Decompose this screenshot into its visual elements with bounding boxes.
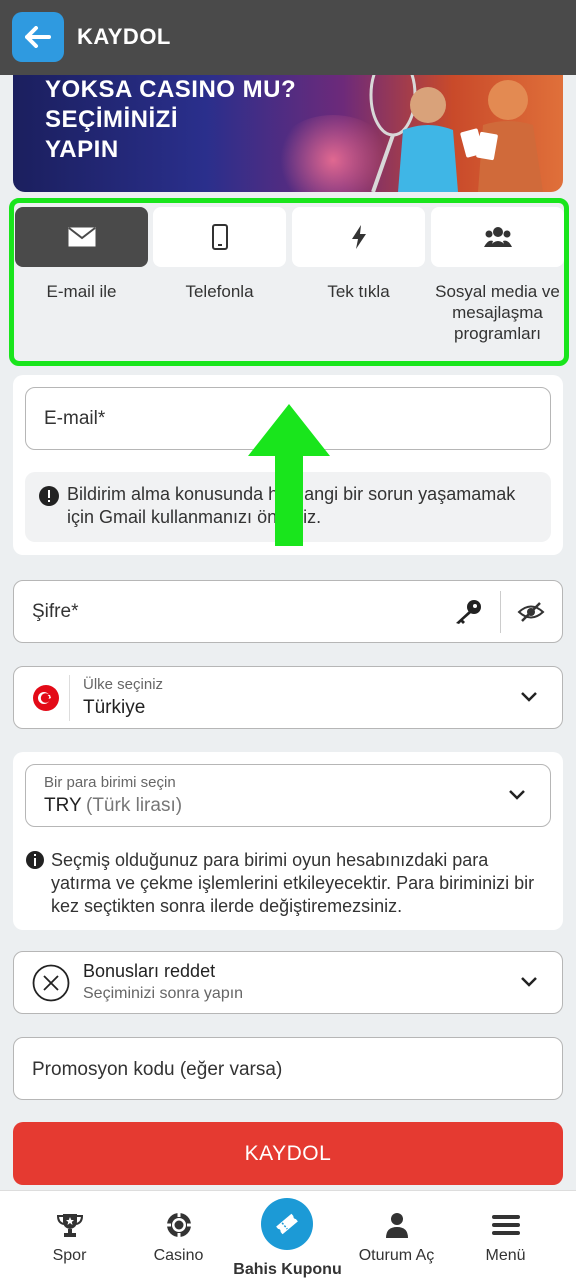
method-phone-tile[interactable] <box>153 207 286 267</box>
phone-icon <box>211 224 228 250</box>
chevron-down-icon <box>509 790 525 800</box>
registration-methods: E-mail ile Telefonla Tek tıkla Sosyal me… <box>9 198 569 366</box>
lightning-icon <box>351 225 366 249</box>
promo-placeholder: Promosyon kodu (eğer varsa) <box>32 1059 283 1080</box>
country-label: Ülke seçiniz <box>83 676 164 693</box>
key-icon[interactable] <box>454 599 482 625</box>
bonus-select[interactable]: Bonusları reddet Seçiminizi sonra yapın <box>13 951 563 1014</box>
nav-oturum-ac-label: Oturum Aç <box>358 1247 435 1264</box>
back-arrow-icon <box>25 26 51 48</box>
back-button[interactable] <box>12 12 64 62</box>
nav-casino[interactable]: Casino <box>121 1191 236 1280</box>
currency-card: Bir para birimi seçin TRY (Türk lirası) … <box>13 752 563 930</box>
nav-spor-label: Spor <box>52 1247 87 1264</box>
bonus-subtitle: Seçiminizi sonra yapın <box>83 985 244 1002</box>
method-social[interactable]: Sosyal media ve mesajlaşma programları <box>431 207 564 344</box>
close-circle-icon <box>32 964 70 1002</box>
promo-banner: YOKSA CASINO MU? SEÇİMİNİZİ YAPIN <box>13 75 563 192</box>
info-icon <box>26 851 44 869</box>
password-placeholder: Şifre* <box>32 601 79 622</box>
method-phone-label: Telefonla <box>185 282 254 301</box>
banner-line-1: YOKSA CASINO MU? <box>45 76 297 103</box>
email-placeholder: E-mail* <box>44 408 106 429</box>
bonus-title: Bonusları reddet <box>83 961 216 981</box>
banner-line-2: SEÇİMİNİZİ <box>45 106 179 133</box>
turkey-flag-icon <box>33 685 59 711</box>
ticket-icon <box>276 1213 298 1235</box>
users-icon <box>483 227 512 247</box>
casino-chip-icon <box>166 1213 191 1237</box>
chevron-down-icon <box>521 692 537 702</box>
menu-icon <box>491 1215 520 1235</box>
banner-line-3: YAPIN <box>45 136 119 163</box>
currency-select[interactable]: Bir para birimi seçin TRY (Türk lirası) <box>25 764 551 827</box>
trophy-icon <box>56 1214 83 1237</box>
method-social-label: Sosyal media ve mesajlaşma programları <box>435 282 560 343</box>
banner-illustration <box>369 75 543 192</box>
nav-menu-label: Menü <box>485 1247 526 1264</box>
nav-oturum-ac[interactable]: Oturum Aç <box>339 1191 454 1280</box>
user-icon <box>385 1213 408 1238</box>
method-email-tile[interactable] <box>15 207 148 267</box>
arrow-up-icon <box>248 404 330 546</box>
password-field[interactable]: Şifre* <box>13 580 563 643</box>
eye-off-icon[interactable] <box>517 601 545 623</box>
nav-casino-label: Casino <box>153 1247 204 1264</box>
field-divider <box>69 675 70 721</box>
register-button[interactable]: KAYDOL <box>13 1122 563 1185</box>
method-one-click[interactable]: Tek tıkla <box>292 207 425 302</box>
nav-menu[interactable]: Menü <box>448 1191 563 1280</box>
currency-note: Seçmiş olduğunuz para birimi oyun hesabı… <box>51 850 535 916</box>
bet-slip-button[interactable] <box>261 1198 313 1250</box>
alert-icon <box>39 486 59 506</box>
country-value: Türkiye <box>83 697 146 718</box>
method-one-click-label: Tek tıkla <box>327 282 390 301</box>
nav-spor[interactable]: Spor <box>12 1191 127 1280</box>
envelope-icon <box>67 227 96 247</box>
method-email[interactable]: E-mail ile <box>15 207 148 302</box>
field-divider <box>500 591 501 633</box>
promo-code-field[interactable]: Promosyon kodu (eğer varsa) <box>13 1037 563 1100</box>
currency-name: (Türk lirası) <box>86 795 183 816</box>
page-title: KAYDOL <box>77 24 171 49</box>
nav-bahis-kuponu-label: Bahis Kuponu <box>233 1261 342 1278</box>
chevron-down-icon <box>521 977 537 987</box>
method-phone[interactable]: Telefonla <box>153 207 286 302</box>
method-social-tile[interactable] <box>431 207 564 267</box>
method-email-label: E-mail ile <box>46 282 117 301</box>
currency-code: TRY <box>44 795 82 816</box>
currency-label: Bir para birimi seçin <box>44 774 176 791</box>
top-bar: KAYDOL <box>0 0 576 75</box>
country-select[interactable]: Ülke seçiniz Türkiye <box>13 666 563 729</box>
method-one-click-tile[interactable] <box>292 207 425 267</box>
banner-text: YOKSA CASINO MU? SEÇİMİNİZİ YAPIN <box>45 75 296 165</box>
